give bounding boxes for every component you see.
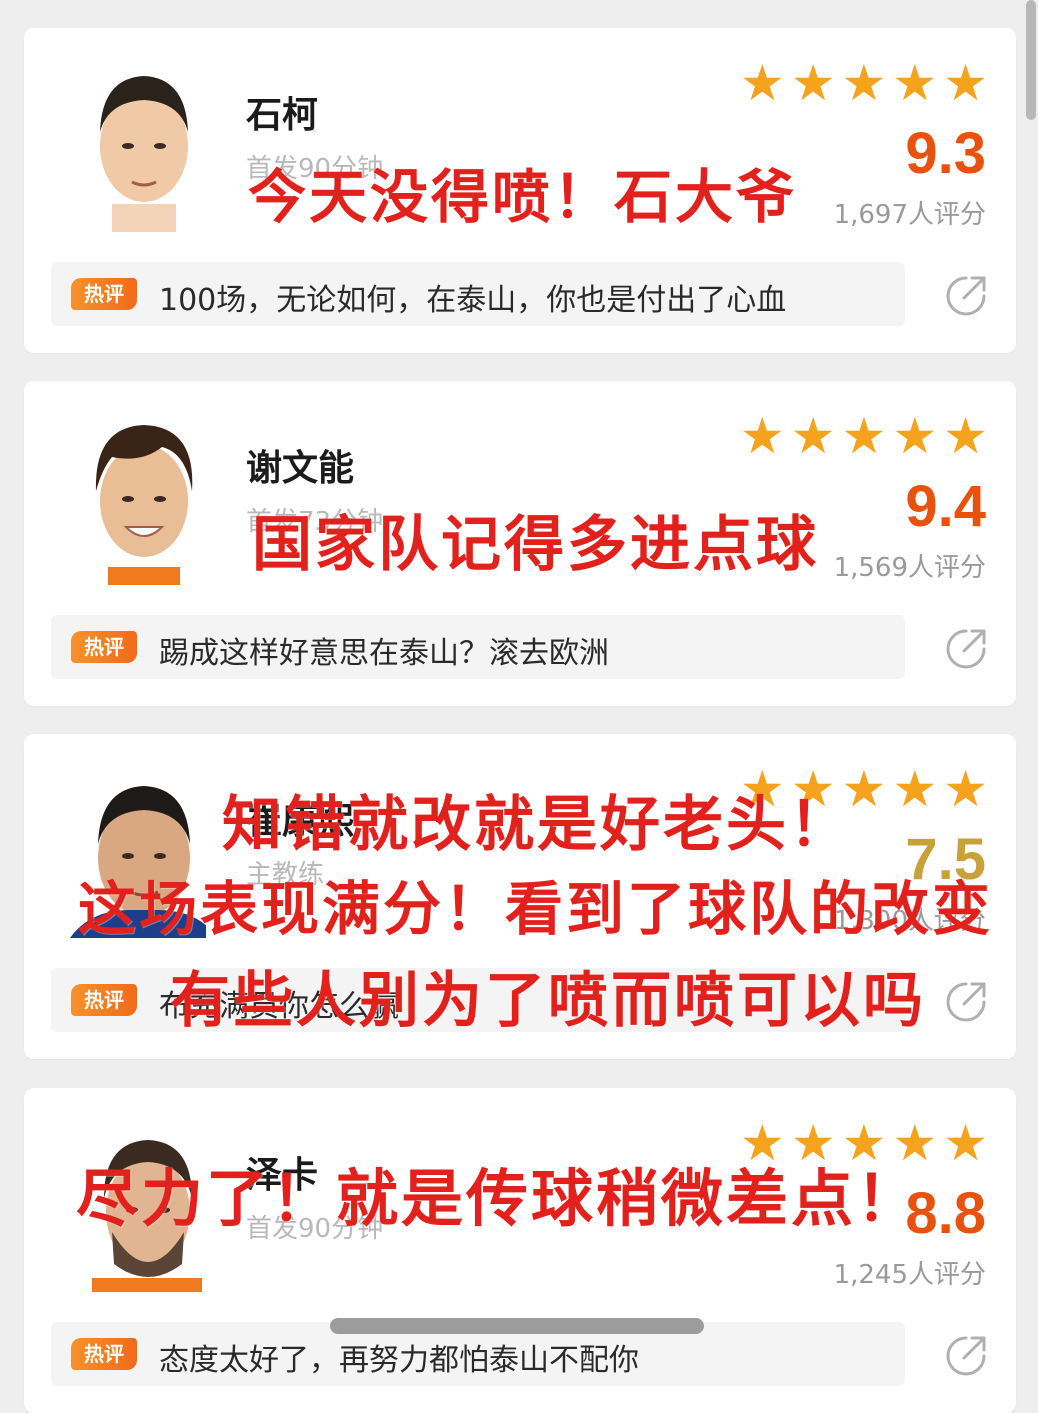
star-icon: ★: [790, 54, 836, 112]
star-icon: ★: [790, 407, 836, 465]
hot-badge: 热评: [71, 631, 137, 663]
player-avatar: [100, 76, 188, 232]
star-icon: ★: [841, 54, 887, 112]
star-icon: ★: [892, 54, 938, 112]
overlay-caption: 有些人别为了喷而喷可以吗: [170, 966, 926, 1036]
star-rating: ★ ★ ★ ★ ★: [740, 58, 988, 108]
hot-badge: 热评: [71, 1338, 137, 1370]
hot-comment[interactable]: 热评 100场，无论如何，在泰山，你也是付出了心血: [51, 262, 905, 326]
player-card[interactable]: 泽卡 首发90分钟 ★ ★ ★ ★ ★ 8.8 1,245人评分 热评 态度太好…: [24, 1088, 1016, 1413]
overlay-caption: 尽力了！就是传球稍微差点！: [76, 1162, 922, 1235]
player-avatar: [95, 425, 193, 585]
share-icon[interactable]: [944, 274, 988, 318]
star-icon: ★: [943, 1114, 988, 1172]
hot-comment-text: 100场，无论如何，在泰山，你也是付出了心血: [159, 283, 787, 318]
hot-badge: 热评: [71, 984, 137, 1016]
home-indicator[interactable]: [330, 1318, 704, 1334]
share-icon[interactable]: [944, 1334, 988, 1378]
star-icon: ★: [943, 760, 988, 818]
overlay-caption: 知错就改就是好老头！: [222, 790, 852, 860]
player-name: 谢文能: [246, 448, 355, 489]
hot-comment[interactable]: 热评 踢成这样好意思在泰山？滚去欧洲: [51, 615, 905, 679]
overlay-caption: 国家队记得多进点球: [252, 510, 819, 580]
star-icon: ★: [841, 407, 887, 465]
star-icon: ★: [892, 760, 938, 818]
share-icon[interactable]: [944, 627, 988, 671]
rating-count: 1,697人评分: [833, 200, 986, 230]
star-rating: ★ ★ ★ ★ ★: [740, 411, 988, 461]
scrollbar[interactable]: [1026, 0, 1036, 120]
player-name: 石柯: [246, 95, 319, 136]
star-icon: ★: [739, 407, 785, 465]
rating-count: 1,245人评分: [833, 1260, 986, 1290]
star-icon: ★: [943, 54, 988, 112]
hot-badge: 热评: [71, 278, 137, 310]
player-score: 9.3: [905, 121, 986, 186]
hot-comment-text: 态度太好了，再努力都怕泰山不配你: [159, 1343, 639, 1378]
rating-count: 1,569人评分: [833, 553, 986, 583]
hot-comment-text: 踢成这样好意思在泰山？滚去欧洲: [159, 636, 609, 671]
share-icon[interactable]: [944, 980, 988, 1024]
star-icon: ★: [943, 407, 988, 465]
player-score: 9.4: [905, 474, 986, 539]
star-icon: ★: [739, 54, 785, 112]
star-icon: ★: [892, 407, 938, 465]
overlay-caption: 今天没得喷！石大爷: [248, 163, 798, 231]
overlay-caption: 这场表现满分！看到了球队的改变: [78, 875, 994, 943]
